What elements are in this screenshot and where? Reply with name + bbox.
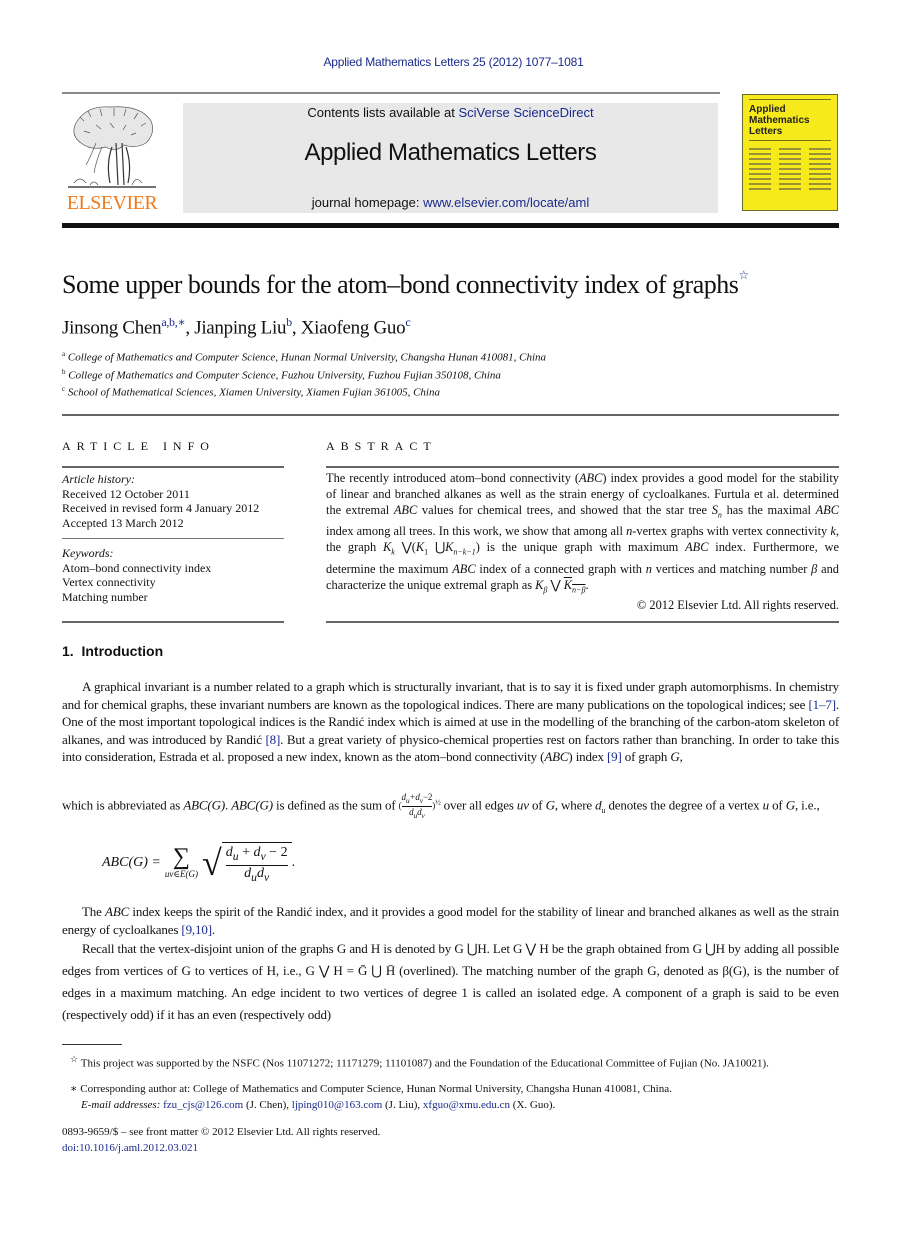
display-formula-abc: ABC(G) = ∑ uv∈E(G) √ du + dv − 2 dudv . [102,842,296,884]
keywords: Keywords: Atom–bond connectivity index V… [62,546,284,604]
body-paragraph: The ABC index keeps the spirit of the Ra… [62,904,839,937]
article-info-divider [62,466,284,468]
citation-link[interactable]: [8] [265,732,280,747]
affiliation: a College of Mathematics and Computer Sc… [62,350,546,364]
footnote-corresponding: ∗ Corresponding author at: College of Ma… [70,1083,672,1095]
doi-link-text[interactable]: doi:10.1016/j.aml.2012.03.021 [62,1142,198,1154]
article-title-text: Some upper bounds for the atom–bond conn… [62,270,739,299]
cover-subtitle-line [749,140,831,141]
formula-sqrt-icon: √ [201,842,222,883]
section-heading-introduction: 1. Introduction [62,643,164,659]
affiliation: c School of Mathematical Sciences, Xiame… [62,385,440,399]
cover-title: Applied Mathematics Letters [749,104,810,137]
keyword-item: Vertex connectivity [62,575,156,589]
inline-fraction: (du+dv−2 dudv)½ [398,792,441,820]
abstract-bottom-divider [326,621,839,623]
abstract-copyright: © 2012 Elsevier Ltd. All rights reserved… [636,598,839,612]
affiliation-text: College of Mathematics and Computer Scie… [68,369,501,382]
affiliation-divider [62,414,839,416]
journal-cover-thumbnail[interactable]: Applied Mathematics Letters [742,94,838,211]
footnote-funding: ☆ This project was supported by the NSFC… [70,1054,769,1070]
body-paragraph-continued: which is abbreviated as ABC(G). ABC(G) i… [62,792,820,820]
abstract-divider [326,466,839,468]
contents-prefix: Contents lists available at [307,105,459,120]
author-marks[interactable]: a,b,∗ [161,315,185,329]
journal-homepage-link[interactable]: www.elsevier.com/locate/aml [423,195,589,210]
abstract-heading: ABSTRACT [326,439,437,453]
journal-reference[interactable]: Applied Mathematics Letters 25 (2012) 10… [0,55,907,69]
body-paragraph: Recall that the vertex-disjoint union of… [62,941,839,1022]
affiliation-mark: b [62,368,66,376]
citation-link[interactable]: [1–7] [808,697,836,712]
footnote-emails: E-mail addresses: fzu_cjs@126.com (J. Ch… [81,1099,556,1111]
footnote-asterisk-icon: ∗ [70,1083,78,1095]
affiliation-text: College of Mathematics and Computer Scie… [67,351,547,364]
journal-banner: Contents lists available at SciVerse Sci… [183,103,718,213]
article-history-label: Article history: [62,472,135,486]
article-title: Some upper bounds for the atom–bond conn… [62,268,749,300]
email-link[interactable]: xfguo@xmu.edu.cn [423,1099,510,1111]
history-item: Received 12 October 2011 [62,486,190,501]
keyword-item: Matching number [62,589,148,604]
author-name: Xiaofeng Guo [300,317,406,339]
affiliation: b College of Mathematics and Computer Sc… [62,368,501,382]
footnote-rule [62,1044,122,1045]
history-item: Received in revised form 4 January 2012 [62,501,260,515]
elsevier-tree-icon [68,106,156,188]
cover-column [779,145,801,193]
cover-top-line [749,99,831,100]
elsevier-wordmark: ELSEVIER [66,192,158,214]
history-item: Accepted 13 March 2012 [62,515,184,530]
body-paragraph: A graphical invariant is a number relate… [62,679,839,764]
citation-link[interactable]: [9,10] [181,922,212,937]
formula-fraction: du + dv − 2 dudv [221,842,292,884]
author-sep: , [291,317,301,339]
homepage-line: journal homepage: www.elsevier.com/locat… [183,195,718,210]
keywords-divider [62,538,284,539]
email-link[interactable]: fzu_cjs@126.com [163,1099,243,1111]
header-thick-rule [62,223,839,228]
article-history: Article history: Received 12 October 201… [62,472,284,530]
elsevier-logo[interactable]: ELSEVIER [62,103,162,215]
author-sep: , [185,317,195,339]
article-info-bottom-divider [62,621,284,623]
journal-title: Applied Mathematics Letters [304,139,597,166]
citation-link[interactable]: [9] [607,749,622,764]
issn-line: 0893-9659/$ – see front matter © 2012 El… [62,1126,381,1138]
header-top-rule [62,92,720,94]
formula-lhs: ABC(G) = [102,854,161,870]
author-list: Jinsong Chena,b,∗, Jianping Liub, Xiaofe… [62,315,411,339]
cover-title-line: Letters [749,126,783,137]
homepage-prefix: journal homepage: [311,195,424,210]
cover-column [749,145,771,193]
abstract-text: The recently introduced atom–bond connec… [326,471,840,595]
affiliation-mark: c [62,385,66,393]
affiliation-mark: a [62,350,66,358]
cover-title-line: Applied [749,104,786,115]
sciencedirect-link[interactable]: SciVerse ScienceDirect [458,105,593,120]
doi-link[interactable]: doi:10.1016/j.aml.2012.03.021 [62,1140,198,1156]
contents-line: Contents lists available at SciVerse Sci… [183,105,718,120]
keyword-item: Atom–bond connectivity index [62,560,212,575]
cover-title-line: Mathematics [749,115,810,126]
author-name: Jianping Liu [194,317,287,339]
keywords-label: Keywords: [62,546,114,560]
affiliation-text: School of Mathematical Sciences, Xiamen … [67,386,440,399]
author-name: Jinsong Chen [62,317,162,339]
article-info-heading: ARTICLE INFO [62,439,215,453]
footnote-star-icon: ☆ [70,1054,79,1064]
email-link[interactable]: ljping010@163.com [292,1099,383,1111]
formula-sum: ∑ uv∈E(G) [164,844,198,880]
title-footnote-star-icon[interactable]: ☆ [738,268,749,282]
cover-column [809,145,831,193]
author-marks[interactable]: c [405,315,410,329]
